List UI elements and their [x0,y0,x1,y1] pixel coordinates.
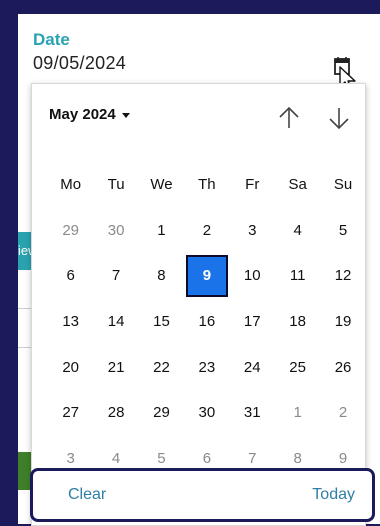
day-cell[interactable]: 16 [184,299,229,345]
day-cell[interactable]: 13 [48,299,93,345]
today-button[interactable]: Today [312,486,355,504]
day-cell[interactable]: 22 [139,344,184,390]
day-cell[interactable]: 26 [320,344,365,390]
day-cell[interactable]: 3 [230,208,275,254]
chevron-down-icon [121,113,130,118]
arrow-down-icon[interactable] [326,104,352,132]
day-cell-prev-month[interactable]: 30 [93,208,138,254]
day-cell[interactable]: 28 [93,390,138,436]
day-cell[interactable]: 23 [184,344,229,390]
day-cell[interactable]: 17 [230,299,275,345]
day-cell[interactable]: 12 [320,253,365,299]
day-cell[interactable]: 7 [93,253,138,299]
day-cell[interactable]: 30 [184,390,229,436]
weekday-header: Su [333,176,353,194]
day-cell[interactable]: 18 [275,299,320,345]
day-cell[interactable]: 29 [139,390,184,436]
weekday-header: Fr [245,176,260,194]
clear-button[interactable]: Clear [68,486,106,504]
date-field-label: Date [33,30,70,49]
weekday-header: Th [198,176,216,194]
datepicker-popup: May 2024 Mo Tu We Th Fr Sa Su 29 30 1 2 … [30,83,375,526]
background-tab[interactable]: iew [18,232,31,270]
background-input[interactable] [18,308,32,348]
day-cell[interactable]: 14 [93,299,138,345]
date-field-value[interactable]: 09/05/2024 [33,53,126,74]
day-cell[interactable]: 24 [230,344,275,390]
day-cell-next-month[interactable]: 1 [275,390,320,436]
day-cell[interactable]: 4 [275,208,320,254]
day-cell[interactable]: 31 [230,390,275,436]
day-cell[interactable]: 11 [275,253,320,299]
month-label: May 2024 [49,106,116,123]
day-cell[interactable]: 1 [139,208,184,254]
background-tab-label: iew [18,243,31,258]
datepicker-footer: Clear Today [30,468,375,522]
month-selector[interactable]: May 2024 [49,106,130,123]
day-cell[interactable]: 10 [230,253,275,299]
weekday-header: Sa [288,176,307,194]
day-cell[interactable]: 20 [48,344,93,390]
arrow-up-icon[interactable] [276,104,302,132]
day-cell-next-month[interactable]: 2 [320,390,365,436]
day-cell-prev-month[interactable]: 29 [48,208,93,254]
day-cell[interactable]: 15 [139,299,184,345]
weekday-header: We [150,176,173,194]
calendar-grid: Mo Tu We Th Fr Sa Su 29 30 1 2 3 4 5 6 7… [48,162,368,481]
weekday-header: Mo [60,176,82,194]
day-cell[interactable]: 6 [48,253,93,299]
day-cell[interactable]: 8 [139,253,184,299]
day-cell-selected[interactable]: 9 [185,254,228,297]
day-cell[interactable]: 21 [93,344,138,390]
day-cell[interactable]: 25 [275,344,320,390]
day-cell[interactable]: 19 [320,299,365,345]
weekday-header: Tu [107,176,125,194]
day-cell[interactable]: 5 [320,208,365,254]
day-cell[interactable]: 2 [184,208,229,254]
day-cell[interactable]: 27 [48,390,93,436]
